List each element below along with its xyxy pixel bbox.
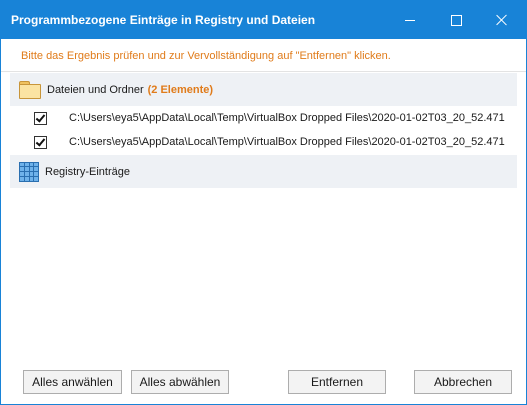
remove-button[interactable]: Entfernen xyxy=(288,370,386,394)
close-icon xyxy=(496,14,508,26)
item-path: C:\Users\eya5\AppData\Local\Temp\Virtual… xyxy=(69,112,505,124)
select-all-button[interactable]: Alles anwählen xyxy=(23,370,122,394)
item-checkbox[interactable] xyxy=(34,135,47,149)
item-path: C:\Users\eya5\AppData\Local\Temp\Virtual… xyxy=(69,136,505,148)
item-checkbox[interactable] xyxy=(34,111,47,125)
registry-grid-icon xyxy=(19,161,39,182)
deselect-all-button[interactable]: Alles abwählen xyxy=(131,370,229,394)
group-label-files: Dateien und Ordner (2 Elemente) xyxy=(47,84,213,96)
dialog-window: Programmbezogene Einträge in Registry un… xyxy=(0,0,527,405)
list-item[interactable]: C:\Users\eya5\AppData\Local\Temp\Virtual… xyxy=(34,132,514,152)
window-title: Programmbezogene Einträge in Registry un… xyxy=(11,13,316,27)
divider xyxy=(1,71,526,72)
instruction-text: Bitte das Ergebnis prüfen und zur Vervol… xyxy=(21,50,391,62)
maximize-button[interactable] xyxy=(433,1,479,39)
title-bar[interactable]: Programmbezogene Einträge in Registry un… xyxy=(1,1,526,39)
close-button[interactable] xyxy=(479,1,525,39)
cancel-button[interactable]: Abbrechen xyxy=(414,370,512,394)
folder-icon xyxy=(19,81,41,99)
group-header-files[interactable]: Dateien und Ordner (2 Elemente) xyxy=(10,73,517,106)
group-label-registry: Registry-Einträge xyxy=(45,165,130,178)
minimize-button[interactable] xyxy=(387,1,433,39)
list-item[interactable]: C:\Users\eya5\AppData\Local\Temp\Virtual… xyxy=(34,108,514,128)
group-header-registry[interactable]: Registry-Einträge xyxy=(10,155,517,188)
group-title: Dateien und Ordner xyxy=(47,83,144,96)
minimize-icon xyxy=(405,19,415,21)
maximize-icon xyxy=(450,14,462,26)
group-count: (2 Elemente) xyxy=(147,83,214,96)
